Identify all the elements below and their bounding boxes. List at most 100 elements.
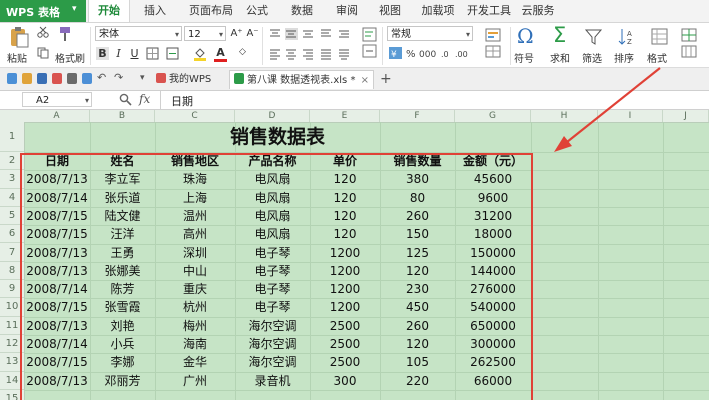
font-name-select[interactable]: 宋体 ▾	[95, 26, 182, 41]
format-painter-icon[interactable]	[58, 26, 72, 42]
save-icon[interactable]	[37, 73, 47, 84]
menu-addins[interactable]: 加载项	[416, 0, 460, 22]
menu-insert[interactable]: 插入	[135, 0, 175, 22]
column-header[interactable]: J	[663, 110, 709, 122]
grow-font-icon[interactable]: A⁺	[230, 27, 243, 40]
menu-data[interactable]: 数据	[285, 0, 319, 22]
ribbon: 粘贴 格式刷 宋体 ▾ 12 ▾ A⁺ A⁻ B I U A ◇ 常规 ▾ ¥ …	[0, 23, 709, 68]
svg-text:¥: ¥	[391, 50, 397, 60]
name-box[interactable]: A2 ▾	[22, 92, 92, 107]
number-format-select[interactable]: 常规 ▾	[387, 26, 473, 41]
column-header[interactable]: D	[235, 110, 310, 122]
italic-icon[interactable]: I	[112, 47, 125, 60]
font-color-icon[interactable]: A	[214, 46, 227, 62]
annotation-arrow	[554, 67, 661, 152]
chevron-down-icon: ▾	[218, 30, 223, 39]
svg-text:%: %	[406, 49, 416, 60]
menu-bar: WPS 表格 ▾ 开始 插入 页面布局 公式 数据 审阅 视图 加载项 开发工具…	[0, 0, 709, 23]
tab-my-wps[interactable]: 我的WPS	[156, 70, 226, 89]
ribbon-separator	[382, 27, 383, 65]
chevron-down-icon: ▾	[72, 4, 77, 14]
wrap-text-icon[interactable]	[362, 27, 378, 59]
number-style-icons[interactable]: ¥ % 000 .0 .00	[389, 46, 473, 61]
svg-text:.00: .00	[455, 50, 468, 59]
print-preview-icon[interactable]	[82, 73, 92, 84]
horizontal-align-icons[interactable]	[269, 48, 363, 60]
paste-label: 粘贴	[7, 54, 27, 65]
format-painter-label: 格式刷	[55, 54, 85, 65]
menu-developer[interactable]: 开发工具	[464, 0, 514, 22]
borders-icon[interactable]	[146, 47, 159, 60]
underline-icon[interactable]: U	[128, 47, 141, 60]
filter-label: 筛选	[582, 54, 602, 65]
open-folder-icon[interactable]	[22, 73, 32, 84]
svg-text:000: 000	[419, 50, 436, 60]
omega-icon[interactable]: Ω	[517, 24, 534, 48]
redo-icon[interactable]: ↷	[114, 71, 124, 84]
chevron-down-icon: ▾	[174, 30, 179, 39]
shrink-font-icon[interactable]: A⁻	[246, 27, 259, 40]
menu-formulas[interactable]: 公式	[240, 0, 274, 22]
copy-icon[interactable]	[37, 47, 49, 59]
row-header[interactable]: 1	[0, 122, 24, 152]
highlight-box	[20, 153, 533, 400]
zoom-icon[interactable]	[119, 93, 132, 106]
customize-toolbar-icon[interactable]: ▾	[140, 73, 150, 84]
menu-page-layout[interactable]: 页面布局	[180, 0, 242, 22]
formula-separator	[160, 91, 161, 109]
sum-icon[interactable]: Σ	[553, 23, 566, 47]
ribbon-separator	[90, 27, 91, 65]
chevron-down-icon: ▾	[465, 30, 470, 39]
ribbon-separator	[510, 27, 511, 65]
symbol-label: 符号	[514, 54, 534, 65]
column-header[interactable]: B	[90, 110, 155, 122]
format-icon[interactable]	[650, 27, 670, 47]
scissors-icon[interactable]	[37, 26, 49, 38]
paste-icon[interactable]	[8, 26, 30, 48]
ribbon-separator	[262, 27, 263, 65]
filter-icon[interactable]	[584, 27, 604, 47]
sort-icon[interactable]: AZ	[617, 27, 637, 47]
app-menu-button[interactable]: WPS 表格 ▾	[0, 0, 86, 22]
menu-review[interactable]: 审阅	[330, 0, 364, 22]
column-header[interactable]: A	[24, 110, 90, 122]
rows-columns-icon[interactable]	[680, 27, 706, 59]
font-size-select[interactable]: 12 ▾	[184, 26, 226, 41]
sort-label: 排序	[614, 54, 634, 65]
print-icon[interactable]	[67, 73, 77, 84]
print-pdf-icon[interactable]	[52, 73, 62, 84]
sum-label: 求和	[550, 54, 570, 65]
menu-view[interactable]: 视图	[373, 0, 407, 22]
menu-cloud[interactable]: 云服务	[518, 0, 558, 22]
number-format-value: 常规	[391, 29, 411, 40]
format-label: 格式	[647, 54, 667, 65]
bold-icon[interactable]: B	[96, 47, 109, 60]
svg-text:Z: Z	[627, 38, 632, 46]
clear-format-icon[interactable]: ◇	[236, 46, 249, 59]
merge-cells-icon[interactable]	[166, 47, 179, 60]
conditional-format-icon[interactable]	[484, 27, 504, 59]
vertical-align-icons[interactable]	[269, 28, 363, 40]
function-icon[interactable]: fx	[139, 92, 150, 106]
spreadsheet-file-icon	[234, 73, 244, 84]
app-title: WPS 表格	[6, 6, 60, 19]
column-header[interactable]: G	[455, 110, 531, 122]
new-tab-icon[interactable]: +	[380, 70, 394, 89]
column-header[interactable]: C	[155, 110, 235, 122]
new-file-icon[interactable]	[7, 73, 17, 84]
sheet-title[interactable]: 销售数据表	[24, 122, 531, 152]
undo-icon[interactable]: ↶	[97, 71, 107, 84]
font-name-value: 宋体	[99, 29, 119, 40]
formula-input[interactable]: 日期	[171, 93, 193, 109]
font-size-value: 12	[188, 29, 201, 40]
column-header[interactable]: F	[380, 110, 455, 122]
name-box-value: A2	[36, 95, 50, 106]
column-header[interactable]: E	[310, 110, 380, 122]
close-tab-icon[interactable]: ×	[361, 71, 369, 90]
tab-document-label: 第八课 数据透视表.xls *	[247, 75, 356, 86]
fill-color-icon[interactable]	[193, 47, 207, 61]
menu-home[interactable]: 开始	[88, 0, 130, 22]
svg-text:.0: .0	[441, 50, 449, 59]
tab-document[interactable]: 第八课 数据透视表.xls * ×	[229, 70, 374, 89]
wps-logo-icon	[156, 73, 166, 83]
